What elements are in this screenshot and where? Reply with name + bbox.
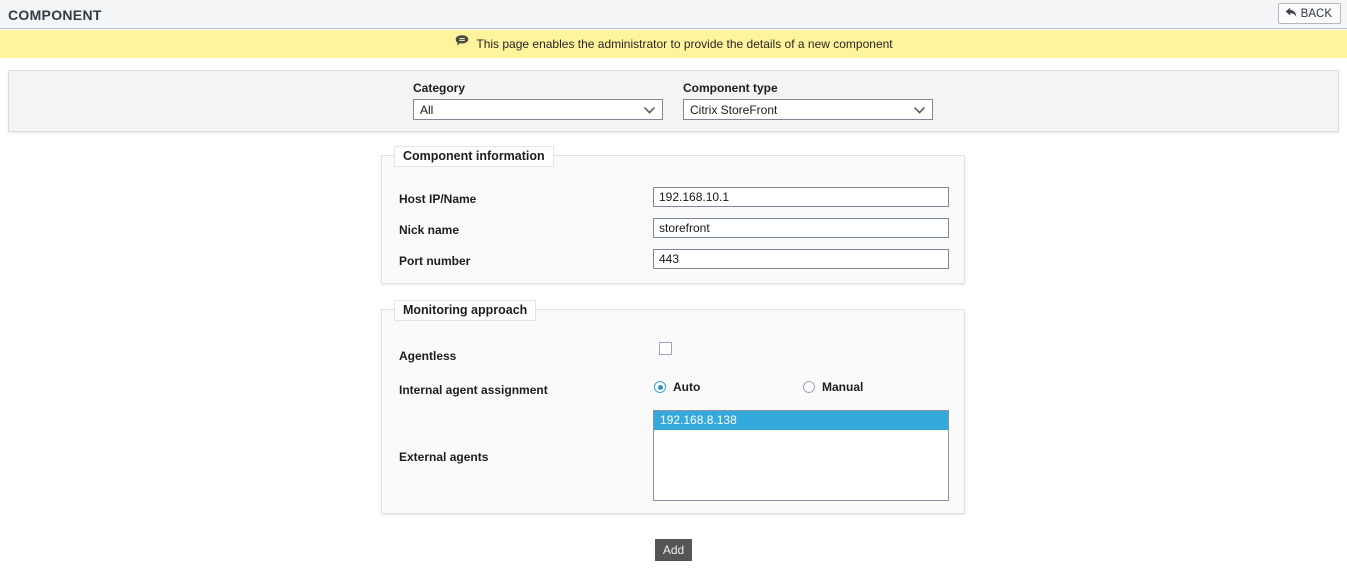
manual-radio[interactable] — [803, 381, 815, 393]
component-information-legend: Component information — [394, 146, 554, 167]
back-button[interactable]: BACK — [1277, 3, 1341, 24]
monitoring-approach-fieldset: Monitoring approach Agentless Internal a… — [381, 300, 965, 514]
agentless-checkbox[interactable] — [659, 342, 672, 355]
list-item[interactable]: 192.168.8.138 — [654, 411, 948, 430]
host-ip-name-input[interactable] — [653, 187, 949, 207]
nick-name-input[interactable] — [653, 218, 949, 238]
category-select-value: All — [420, 102, 434, 117]
monitoring-approach-legend: Monitoring approach — [394, 300, 537, 321]
category-select[interactable]: All — [413, 99, 663, 120]
add-button[interactable]: Add — [655, 539, 692, 561]
port-number-label: Port number — [399, 254, 471, 268]
filter-panel: Category All Component type Citrix Store… — [8, 70, 1339, 132]
component-type-select[interactable]: Citrix StoreFront — [683, 99, 933, 120]
chevron-down-icon — [644, 103, 655, 117]
speech-bubble-icon — [454, 34, 470, 53]
internal-agent-manual-radio-group[interactable]: Manual — [803, 380, 863, 394]
host-ip-name-label: Host IP/Name — [399, 192, 477, 206]
port-number-input[interactable] — [653, 249, 949, 269]
manual-radio-label: Manual — [822, 380, 864, 394]
back-button-label: BACK — [1300, 7, 1332, 20]
page-title: COMPONENT — [8, 7, 102, 23]
internal-agent-auto-radio-group[interactable]: Auto — [654, 380, 700, 394]
back-arrow-icon — [1285, 7, 1297, 21]
auto-radio[interactable] — [654, 381, 666, 393]
component-type-select-value: Citrix StoreFront — [690, 102, 778, 117]
nick-name-label: Nick name — [399, 223, 460, 237]
chevron-down-icon — [914, 103, 925, 117]
external-agents-label: External agents — [399, 450, 489, 464]
info-bar: This page enables the administrator to p… — [0, 30, 1347, 58]
component-information-fieldset: Component information Host IP/Name Nick … — [381, 146, 965, 284]
component-type-label: Component type — [683, 81, 778, 95]
auto-radio-label: Auto — [673, 380, 701, 394]
external-agents-listbox[interactable]: 192.168.8.138 — [653, 410, 949, 501]
component-type-field-group: Component type Citrix StoreFront — [683, 81, 933, 120]
agentless-label: Agentless — [399, 349, 457, 363]
page-header: COMPONENT BACK — [0, 0, 1347, 29]
category-field-group: Category All — [413, 81, 663, 120]
internal-agent-assignment-label: Internal agent assignment — [399, 383, 548, 397]
category-label: Category — [413, 81, 466, 95]
info-bar-message: This page enables the administrator to p… — [476, 37, 893, 51]
